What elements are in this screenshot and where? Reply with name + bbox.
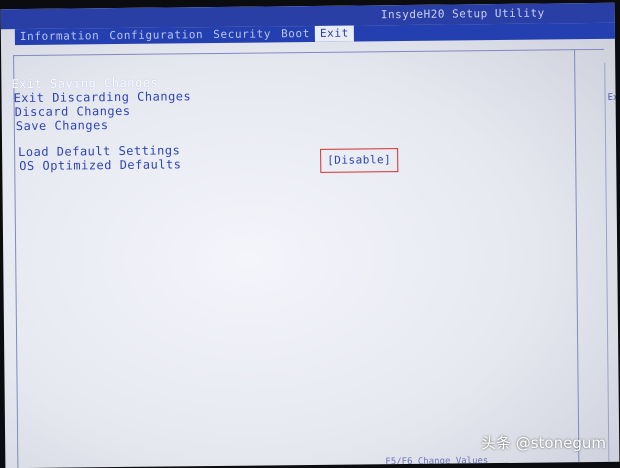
tab-configuration[interactable]: Configuration — [104, 27, 208, 44]
exit-menu: Exit Saving Changes Exit Discarding Chan… — [11, 75, 192, 173]
tab-boot[interactable]: Boot — [276, 26, 315, 42]
footer-hint: F5/F6 Change Values — [385, 456, 489, 468]
menu-item-exit-discarding-changes[interactable]: Exit Discarding Changes — [13, 89, 191, 105]
bios-screen: InsydeH20 Setup Utility Information Conf… — [0, 2, 620, 468]
tab-exit[interactable]: Exit — [314, 25, 354, 42]
tab-information[interactable]: Information — [15, 28, 105, 45]
help-text: Ex — [607, 92, 619, 103]
os-optimized-value[interactable]: [Disable] — [320, 148, 399, 173]
tab-security[interactable]: Security — [208, 26, 276, 43]
app-title: InsydeH20 Setup Utility — [380, 6, 545, 22]
watermark: 头条 @stonegum — [480, 434, 606, 452]
menu-item-os-optimized-defaults[interactable]: OS Optimized Defaults — [19, 157, 192, 173]
